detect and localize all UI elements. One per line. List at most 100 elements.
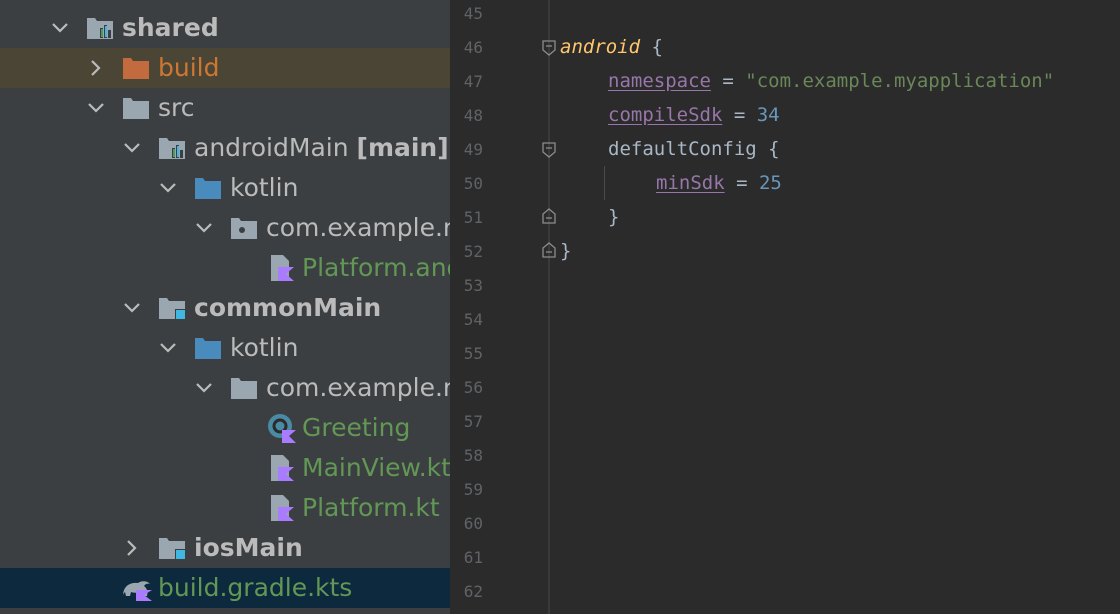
code-editor[interactable]: 45 46 47 48 49 50 51 52 53 54 55 56 57 5… (450, 0, 1120, 614)
source-folder-icon (195, 178, 221, 199)
code-line-49[interactable]: defaultConfig { (608, 137, 780, 161)
line-number: 54 (463, 310, 483, 329)
tree-row-greeting[interactable]: Greeting (0, 408, 450, 448)
package-icon (231, 378, 257, 399)
tree-row-label: com.example.m (266, 213, 450, 242)
line-number: 46 (463, 38, 483, 57)
kotlin-file-icon (271, 495, 294, 521)
tree-row-kotlin[interactable]: kotlin (0, 328, 450, 368)
line-number: 56 (463, 378, 483, 397)
line-number: 51 (463, 208, 483, 227)
tree-row-label: Greeting (302, 413, 411, 442)
number-literal: 25 (758, 172, 782, 194)
tree-row-platform-android[interactable]: Platform.and (0, 248, 450, 288)
tree-row-package[interactable]: com.example.m (0, 368, 450, 408)
fold-close-icon[interactable] (542, 208, 556, 224)
number-literal: 34 (756, 104, 780, 126)
code-line-50[interactable]: minSdk = 25 (656, 171, 782, 195)
string-literal: "com.example.myapplication" (745, 70, 1055, 92)
indent-guide (604, 166, 605, 200)
code-text: { (640, 36, 663, 58)
chevron-down-icon[interactable] (156, 336, 180, 360)
property-minsdk: minSdk (656, 172, 725, 194)
code-text: = (724, 172, 759, 194)
code-line-51[interactable]: } (608, 205, 619, 229)
line-number: 58 (463, 446, 483, 465)
line-number: 61 (463, 548, 483, 567)
tree-row-src[interactable]: src (0, 88, 450, 128)
chevron-down-icon[interactable] (48, 16, 72, 40)
tree-row-commonmain[interactable]: commonMain (0, 288, 450, 328)
module-folder-icon (159, 138, 185, 159)
tree-row-label: kotlin (230, 173, 299, 202)
code-line-52[interactable]: } (560, 239, 571, 263)
kotlin-class-icon (268, 414, 296, 443)
line-number: 57 (463, 412, 483, 431)
tree-row-label: kotlin (230, 333, 299, 362)
tree-row-label: iosMain (194, 533, 303, 562)
line-number: 62 (463, 582, 483, 601)
tree-row-label: build (158, 53, 220, 82)
tree-row-label: shared (122, 13, 219, 42)
property-compilesdk: compileSdk (608, 104, 723, 126)
line-number: 45 (463, 4, 483, 23)
tree-row-build-gradle[interactable]: build.gradle.kts (0, 568, 450, 608)
kotlin-file-icon (271, 255, 294, 281)
folder-icon (123, 98, 149, 119)
tree-row-label: Platform.and (302, 253, 450, 282)
property-namespace: namespace (608, 70, 711, 92)
tree-row-androidmain[interactable]: androidMain [main] (0, 128, 450, 168)
package-icon (231, 218, 257, 239)
code-line-46[interactable]: android { (560, 35, 663, 59)
tree-row-kotlin[interactable]: kotlin (0, 168, 450, 208)
code-text: = (710, 70, 746, 92)
line-number: 50 (463, 174, 483, 193)
tree-row-package[interactable]: com.example.m (0, 208, 450, 248)
source-set-folder-icon (159, 298, 186, 320)
tree-row-label: Platform.kt (302, 493, 440, 522)
gradle-file-icon (123, 581, 152, 601)
code-line-47[interactable]: namespace = "com.example.myapplication" (608, 69, 1054, 93)
kotlin-file-icon (271, 455, 294, 481)
excluded-folder-icon (123, 58, 149, 79)
module-folder-icon (87, 18, 113, 39)
tree-row-shared[interactable]: shared (0, 8, 450, 48)
source-set-tag: [main] (356, 133, 449, 162)
tree-row-iosmain[interactable]: iosMain (0, 528, 450, 568)
line-number: 49 (463, 140, 483, 159)
chevron-down-icon[interactable] (192, 216, 216, 240)
fold-close-icon[interactable] (542, 242, 556, 258)
line-number: 55 (463, 344, 483, 363)
tree-row-label: com.example.m (266, 373, 450, 402)
fold-open-icon[interactable] (542, 40, 556, 56)
tree-row-label: commonMain (194, 293, 382, 322)
line-number: 52 (463, 242, 483, 261)
tree-row-build[interactable]: build (0, 48, 450, 88)
fold-open-icon[interactable] (542, 142, 556, 158)
source-set-folder-icon (159, 538, 186, 560)
chevron-down-icon[interactable] (192, 376, 216, 400)
chevron-down-icon[interactable] (84, 96, 108, 120)
tree-row-platform[interactable]: Platform.kt (0, 488, 450, 528)
tree-row-label: androidMain [main] (194, 133, 449, 162)
gutter-separator (548, 0, 550, 614)
chevron-down-icon[interactable] (120, 296, 144, 320)
code-line-48[interactable]: compileSdk = 34 (608, 103, 780, 127)
chevron-down-icon[interactable] (156, 176, 180, 200)
tree-row-label: build.gradle.kts (158, 573, 353, 602)
line-number: 60 (463, 514, 483, 533)
tree-row-label: MainView.kt (302, 453, 450, 482)
line-number: 47 (463, 72, 483, 91)
line-number: 48 (463, 106, 483, 125)
project-tree-panel: shared build src androidMain [main] kotl… (0, 0, 450, 614)
source-folder-icon (195, 338, 221, 359)
tree-row-mainview[interactable]: MainView.kt (0, 448, 450, 488)
tree-row-label: src (158, 93, 195, 122)
line-number: 59 (463, 480, 483, 499)
code-text: = (722, 104, 757, 126)
line-number: 53 (463, 276, 483, 295)
keyword-android: android (560, 36, 641, 58)
chevron-down-icon[interactable] (120, 136, 144, 160)
chevron-right-icon[interactable] (120, 536, 144, 560)
chevron-right-icon[interactable] (84, 56, 108, 80)
